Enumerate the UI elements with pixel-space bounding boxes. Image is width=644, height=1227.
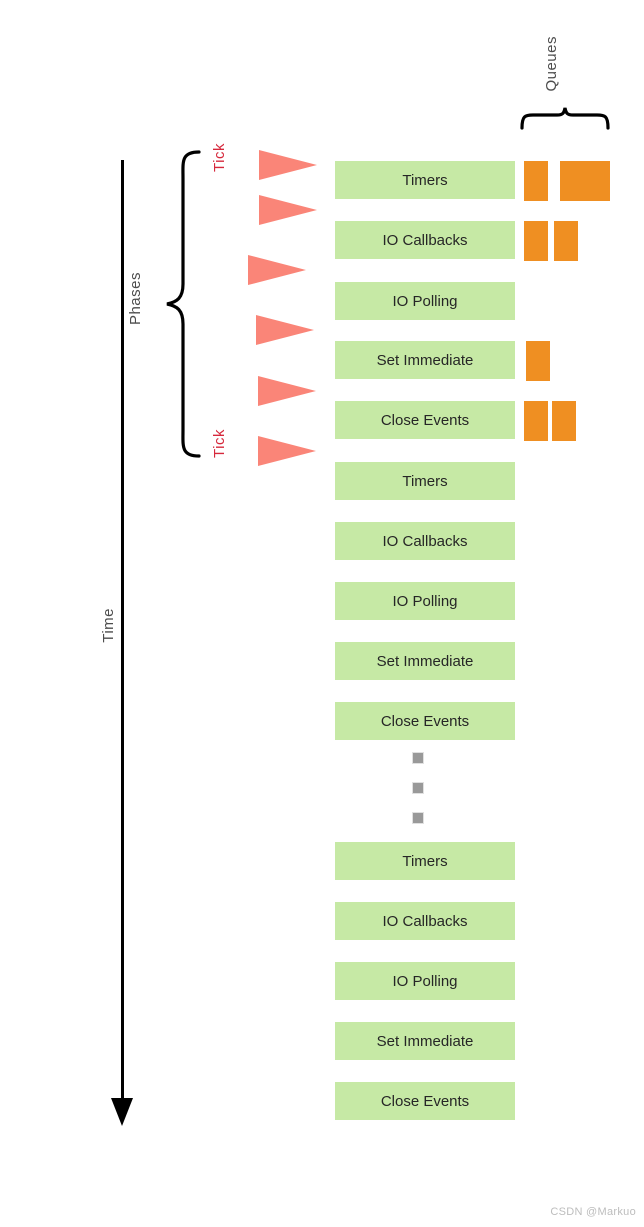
queue-block-close-events-1[interactable]	[524, 401, 548, 441]
phase-bar-set-immediate-2[interactable]: Set Immediate	[335, 642, 515, 680]
tick-arrow-1-icon	[259, 150, 317, 180]
tick-arrow-5-icon	[258, 376, 316, 406]
queues-bracket-label: Queues	[543, 36, 560, 92]
phase-bar-close-events-2[interactable]: Close Events	[335, 702, 515, 740]
tick-arrow-4-icon	[256, 315, 314, 345]
tick-arrow-2-icon	[259, 195, 317, 225]
time-axis-arrowhead-icon	[111, 1098, 133, 1126]
ellipsis-dot-3	[412, 812, 424, 824]
phase-bar-io-callbacks-2[interactable]: IO Callbacks	[335, 522, 515, 560]
queue-block-close-events-2[interactable]	[552, 401, 576, 441]
phase-bar-timers-3[interactable]: Timers	[335, 842, 515, 880]
ellipsis-dot-2	[412, 782, 424, 794]
phase-bar-close-events-3[interactable]: Close Events	[335, 1082, 515, 1120]
tick-label-bottom: Tick	[211, 429, 228, 458]
phase-bar-set-immediate-3[interactable]: Set Immediate	[335, 1022, 515, 1060]
queue-block-timers-1[interactable]	[524, 161, 548, 201]
phase-bar-io-polling-1[interactable]: IO Polling	[335, 282, 515, 320]
queue-block-timers-3[interactable]	[584, 161, 610, 201]
diagram-canvas: Time Phases Tick Tick Queues Timers IO C…	[0, 0, 644, 1227]
time-axis-label: Time	[100, 608, 117, 643]
phase-bar-io-polling-3[interactable]: IO Polling	[335, 962, 515, 1000]
phase-bar-timers-2[interactable]: Timers	[335, 462, 515, 500]
phase-bar-set-immediate-1[interactable]: Set Immediate	[335, 341, 515, 379]
watermark: CSDN @Markuo	[550, 1206, 636, 1218]
queue-block-io-callbacks-1[interactable]	[524, 221, 548, 261]
tick-arrow-3-icon	[248, 255, 306, 285]
queue-block-set-immediate-1[interactable]	[526, 341, 550, 381]
tick-arrow-6-icon	[258, 436, 316, 466]
queue-block-io-callbacks-2[interactable]	[554, 221, 578, 261]
queue-block-timers-2[interactable]	[560, 161, 584, 201]
phase-bar-timers-1[interactable]: Timers	[335, 161, 515, 199]
phase-bar-io-callbacks-3[interactable]: IO Callbacks	[335, 902, 515, 940]
phases-bracket-label: Phases	[127, 272, 144, 326]
ellipsis-dot-1	[412, 752, 424, 764]
tick-label-top: Tick	[211, 143, 228, 172]
queues-brace-icon	[519, 106, 611, 130]
phase-bar-io-polling-2[interactable]: IO Polling	[335, 582, 515, 620]
phase-bar-close-events-1[interactable]: Close Events	[335, 401, 515, 439]
phase-bar-io-callbacks-1[interactable]: IO Callbacks	[335, 221, 515, 259]
